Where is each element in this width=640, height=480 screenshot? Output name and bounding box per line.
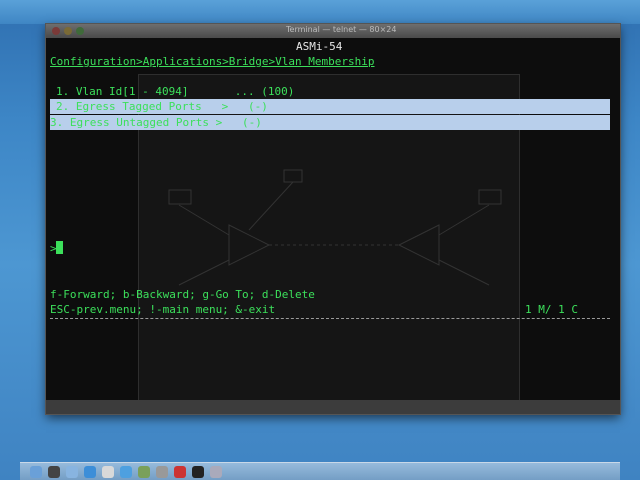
divider [50,318,610,319]
itunes-icon[interactable] [120,465,132,478]
window-title: Terminal — telnet — 80×24 [286,25,397,34]
dock[interactable] [20,462,620,480]
menu-item-label: 3. Egress Untagged Ports > (-) [50,116,262,129]
window-statusbar [46,400,620,414]
terminal-icon[interactable] [192,465,204,478]
page-indicator: 1 M/ 1 C [525,303,578,316]
help-line-navigation: f-Forward; b-Backward; g-Go To; d-Delete [50,288,315,301]
menu-item-vlan-id[interactable]: 1. Vlan Id[1 - 4094] ... (100) [56,84,294,99]
finder-icon[interactable] [30,465,42,478]
mail-icon[interactable] [66,465,78,478]
menu-item-egress-tagged[interactable]: 2. Egress Tagged Ports > (-) [50,99,610,114]
menu-item-egress-untagged[interactable]: 3. Egress Untagged Ports > (-) [50,115,610,130]
text-cursor[interactable] [56,241,63,254]
menu-item-label: 2. Egress Tagged Ports > (-) [56,100,268,113]
window-titlebar[interactable]: Terminal — telnet — 80×24 [46,24,620,38]
terminal-window[interactable]: Terminal — telnet — 80×24 [46,24,620,414]
trash-icon[interactable] [210,465,222,478]
dashboard-icon[interactable] [48,465,60,478]
breadcrumb: Configuration>Applications>Bridge>Vlan M… [50,55,375,68]
desktop-top [0,0,640,24]
app-icon[interactable] [174,465,186,478]
ical-icon[interactable] [102,465,114,478]
zoom-button-icon[interactable] [76,27,84,35]
safari-icon[interactable] [84,465,96,478]
iphoto-icon[interactable] [138,465,150,478]
preferences-icon[interactable] [156,465,168,478]
host-title: ASMi-54 [296,40,343,53]
close-button-icon[interactable] [52,27,60,35]
minimize-button-icon[interactable] [64,27,72,35]
help-line-menu: ESC-prev.menu; !-main menu; &-exit [50,303,276,316]
